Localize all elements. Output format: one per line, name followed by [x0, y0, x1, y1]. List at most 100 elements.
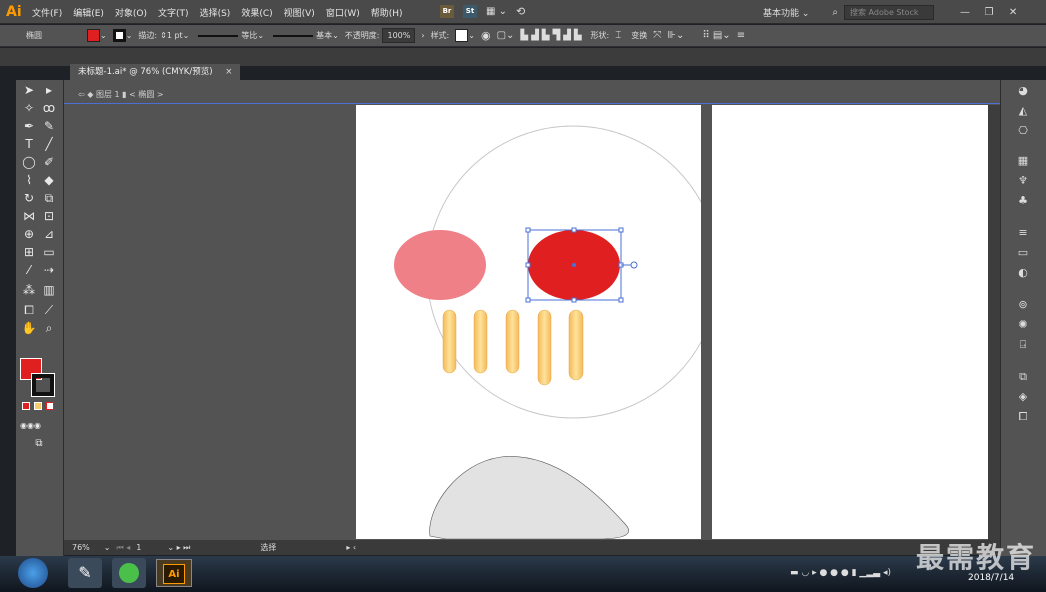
magic-wand-tool-icon[interactable]: ✧ — [20, 100, 38, 116]
options-icon[interactable]: ≡ — [737, 30, 745, 41]
breadcrumb-layer[interactable]: 图层 1 — [96, 90, 120, 99]
tooth-bar[interactable] — [568, 309, 584, 381]
eraser-tool-icon[interactable]: ◆ — [40, 172, 58, 188]
vertical-scrollbar[interactable] — [988, 105, 1000, 540]
pen-tool-icon[interactable]: ✒ — [20, 118, 38, 134]
tooth-bar[interactable] — [442, 309, 457, 374]
layers-panel-icon[interactable]: ◈ — [1013, 390, 1033, 404]
slice-tool-icon[interactable]: ⟋ — [40, 302, 58, 318]
gpu-performance-icon[interactable]: ⟲ — [516, 5, 525, 18]
status-nav-icon[interactable]: ▸ ‹ — [346, 543, 356, 552]
menu-effect[interactable]: 效果(C) — [241, 6, 272, 19]
variable-width-dropdown[interactable]: 等比 ⌄ — [195, 30, 264, 41]
bridge-button[interactable]: Br — [440, 5, 454, 18]
tooth-bar[interactable] — [505, 309, 520, 374]
menu-view[interactable]: 视图(V) — [284, 6, 315, 19]
asset-export-icon[interactable]: ⍈ — [1013, 338, 1033, 352]
column-graph-tool-icon[interactable]: ▥ — [40, 282, 58, 298]
gradient-tool-icon[interactable]: ▭ — [40, 244, 58, 260]
curvature-tool-icon[interactable]: ✎ — [40, 118, 58, 134]
zoom-level[interactable]: 76% — [72, 543, 90, 552]
graphic-styles-icon[interactable]: ✺ — [1013, 318, 1033, 332]
brush-definition-dropdown[interactable]: 基本 ⌄ — [270, 30, 339, 41]
restore-icon[interactable]: ❐ — [980, 5, 998, 20]
artboard-tool-icon[interactable]: ⧠ — [20, 302, 38, 318]
artboards-panel-icon[interactable]: ⧉ — [1013, 370, 1033, 384]
first-artboard-icon[interactable]: ⏮ ◂ — [116, 543, 130, 553]
zoom-tool-icon[interactable]: ⌕ — [40, 320, 58, 336]
quick-actions-icon[interactable]: ⊪⌄ — [667, 30, 684, 41]
status-mode[interactable]: 选择 — [260, 542, 276, 553]
ellipse-tool-icon[interactable]: ◯ — [20, 154, 38, 170]
gradient-panel-icon[interactable]: ▭ — [1013, 246, 1033, 260]
menu-select[interactable]: 选择(S) — [200, 6, 231, 19]
left-eye-ellipse[interactable] — [394, 230, 486, 300]
transform-button[interactable]: 变换 — [631, 30, 647, 41]
menu-window[interactable]: 窗口(W) — [326, 6, 360, 19]
selection-tool-icon[interactable]: ➤ — [20, 82, 38, 98]
appearance-icon[interactable]: ⊚ — [1013, 298, 1033, 312]
recolor-icon[interactable]: ◉ — [481, 29, 491, 42]
symbol-sprayer-tool-icon[interactable]: ⁂ — [20, 282, 38, 298]
align-to-icon[interactable]: ▢⌄ — [497, 30, 515, 41]
width-tool-icon[interactable]: ⋈ — [20, 208, 38, 224]
lasso-tool-icon[interactable]: ꝏ — [40, 100, 58, 116]
screen-mode-icon[interactable]: ⧉ — [30, 436, 48, 452]
shape-properties-icon[interactable]: ⌶ — [615, 30, 621, 41]
type-tool-icon[interactable]: T — [20, 136, 38, 152]
illustrator-taskbar-button[interactable]: Ai — [156, 559, 192, 587]
tooth-bar[interactable] — [473, 309, 488, 374]
rotate-tool-icon[interactable]: ↻ — [20, 190, 38, 206]
panel-menu-icon[interactable]: ⠿ ▤⌄ — [702, 30, 730, 41]
browser-app-icon[interactable] — [112, 558, 146, 588]
paint-app-icon[interactable]: ✎ — [68, 558, 102, 588]
line-tool-icon[interactable]: ╱ — [40, 136, 58, 152]
shape-builder-tool-icon[interactable]: ⊕ — [20, 226, 38, 242]
stock-button[interactable]: St — [463, 5, 477, 18]
stroke-color-swatch[interactable] — [31, 373, 55, 397]
artboard-2[interactable] — [712, 105, 988, 539]
direct-selection-tool-icon[interactable]: ▸ — [40, 82, 58, 98]
hand-tool-icon[interactable]: ✋ — [20, 320, 38, 336]
color-guide-icon[interactable]: ◭ — [1013, 104, 1033, 118]
fill-swatch[interactable]: ⌄ — [87, 29, 107, 42]
workspace-switcher[interactable]: 基本功能 ⌄ — [760, 4, 812, 21]
align-buttons-icon[interactable]: ▙▟▙▜▟▙ — [520, 30, 584, 41]
artboard-number[interactable]: 1 — [136, 543, 141, 552]
transparency-icon[interactable]: ◐ — [1013, 266, 1033, 280]
color-panel-icon[interactable]: ◕ — [1013, 84, 1033, 98]
shaper-tool-icon[interactable]: ⌇ — [20, 172, 38, 188]
blend-tool-icon[interactable]: ⇢ — [40, 262, 58, 278]
perspective-grid-tool-icon[interactable]: ⊿ — [40, 226, 58, 242]
chevron-right-icon[interactable]: › — [421, 31, 424, 40]
minimize-icon[interactable]: — — [956, 5, 974, 20]
opacity-input[interactable]: 100% — [382, 28, 416, 43]
menu-type[interactable]: 文字(T) — [158, 6, 189, 19]
swatches-icon[interactable]: ▦ — [1013, 154, 1033, 168]
system-tray[interactable]: ▬ ◡ ▸ ● ● ● ▮ ▁▂▃ ◂) — [790, 568, 891, 578]
menu-object[interactable]: 对象(O) — [115, 6, 147, 19]
scale-tool-icon[interactable]: ⧉ — [40, 190, 58, 206]
stock-search-input[interactable]: 搜索 Adobe Stock — [844, 5, 935, 20]
arrange-docs-icon[interactable]: ▦ ⌄ — [486, 6, 507, 17]
chin-shape[interactable] — [429, 456, 629, 539]
paintbrush-tool-icon[interactable]: ✐ — [40, 154, 58, 170]
menu-file[interactable]: 文件(F) — [32, 6, 62, 19]
stroke-swatch[interactable]: ⌄ — [112, 29, 132, 42]
breadcrumb-path[interactable]: ⇦ ◆ 图层 1 ▮ < 椭圆 > — [78, 89, 164, 100]
draw-mode-icon[interactable]: ◉◉◉ — [20, 418, 41, 434]
artboard-nav-icon[interactable]: ⌄ ▸ ⏭ — [167, 543, 190, 553]
mesh-tool-icon[interactable]: ⊞ — [20, 244, 38, 260]
isolate-icon[interactable]: ⤧ — [653, 30, 661, 41]
gradient-mode-button[interactable] — [34, 402, 42, 410]
transform-panel-icon[interactable]: ⧠ — [1013, 410, 1033, 424]
stroke-weight-stepper[interactable]: ⇕ 1 pt ⌄ — [160, 31, 189, 40]
brushes-icon[interactable]: ♆ — [1013, 174, 1033, 188]
document-close-button[interactable]: × — [225, 67, 232, 77]
zoom-dropdown-icon[interactable]: ⌄ — [104, 543, 111, 552]
free-transform-tool-icon[interactable]: ⊡ — [40, 208, 58, 224]
tooth-bar[interactable] — [537, 309, 552, 386]
style-swatch[interactable]: ⌄ — [455, 29, 475, 42]
symbols-icon[interactable]: ♣ — [1013, 194, 1033, 208]
eyedropper-tool-icon[interactable]: ⁄ — [20, 262, 38, 278]
